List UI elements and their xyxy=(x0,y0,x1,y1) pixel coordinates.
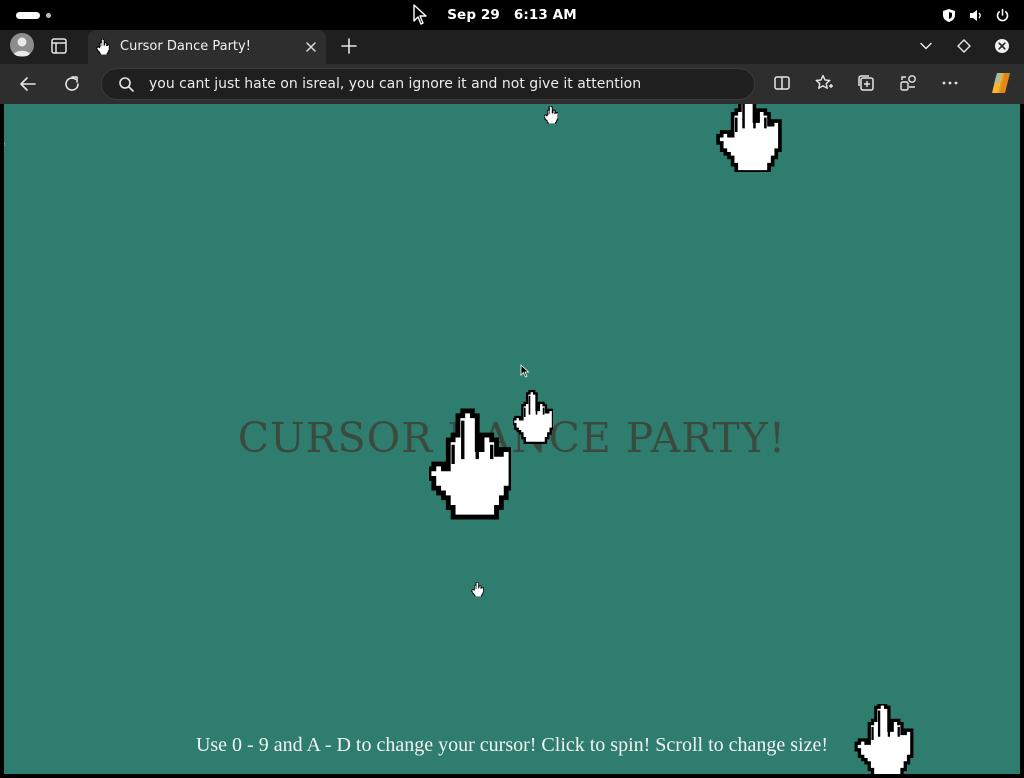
hand-cursor-icon xyxy=(429,406,511,522)
arrow-cursor-icon xyxy=(4,142,6,147)
close-tab-icon[interactable] xyxy=(304,40,318,54)
mouse-pointer-icon xyxy=(413,4,427,25)
back-icon[interactable] xyxy=(18,74,38,94)
volume-icon[interactable] xyxy=(968,8,983,23)
hand-cursor-icon xyxy=(544,106,558,124)
tab-title: Cursor Dance Party! xyxy=(120,39,251,54)
more-icon[interactable] xyxy=(940,73,960,93)
hand-cursor-icon xyxy=(716,104,782,172)
page-hint: Use 0 - 9 and A - D to change your curso… xyxy=(195,734,829,756)
tab-list-icon[interactable] xyxy=(918,38,934,54)
system-clock[interactable]: Sep 29 6:13 AM xyxy=(0,7,1024,23)
arrow-cursor-icon xyxy=(520,364,530,378)
split-screen-icon[interactable] xyxy=(772,73,792,93)
favorites-icon[interactable] xyxy=(814,73,834,93)
profile-icon[interactable] xyxy=(10,33,34,57)
refresh-icon[interactable] xyxy=(62,74,82,94)
browser-tab-strip: Cursor Dance Party! xyxy=(0,30,1024,64)
browser-toolbar: you cant just hate on isreal, you can ig… xyxy=(0,64,1024,104)
clock-time: 6:13 AM xyxy=(513,7,577,23)
power-icon[interactable] xyxy=(995,8,1010,23)
workspace-icon[interactable] xyxy=(956,38,972,54)
hand-cursor-icon xyxy=(513,389,553,445)
clock-date: Sep 29 xyxy=(447,7,500,23)
active-tab[interactable]: Cursor Dance Party! xyxy=(88,30,326,64)
page-canvas[interactable]: CURSOR DANCE PARTY! Use 0 - 9 and A - D … xyxy=(4,104,1020,774)
tab-actions-icon[interactable] xyxy=(49,36,69,56)
hand-cursor-icon xyxy=(471,582,484,597)
hand-cursor-icon xyxy=(96,39,110,55)
address-bar-text[interactable]: you cant just hate on isreal, you can ig… xyxy=(149,76,641,92)
shield-icon[interactable] xyxy=(942,8,956,23)
address-bar[interactable]: you cant just hate on isreal, you can ig… xyxy=(101,68,755,100)
system-tray[interactable] xyxy=(942,7,1010,23)
copilot-icon[interactable] xyxy=(988,70,1014,96)
search-icon xyxy=(119,77,134,92)
close-window-icon[interactable] xyxy=(994,38,1010,54)
system-top-bar: Sep 29 6:13 AM xyxy=(0,0,1024,30)
new-tab-icon[interactable] xyxy=(340,37,358,55)
extensions-icon[interactable] xyxy=(898,73,918,93)
collections-icon[interactable] xyxy=(856,73,876,93)
page-title: CURSOR DANCE PARTY! xyxy=(237,414,787,462)
